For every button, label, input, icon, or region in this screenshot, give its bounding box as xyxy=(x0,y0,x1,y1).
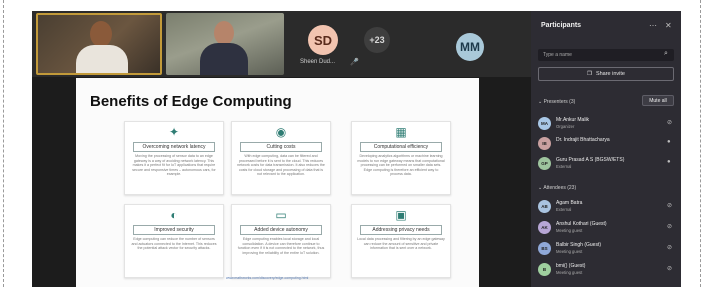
participant-avatar-mm[interactable]: MM xyxy=(456,33,484,61)
benefit-card: ◐ Improved security Edge computing can r… xyxy=(124,204,224,278)
benefit-description: Developing analytics algorithms or machi… xyxy=(357,154,445,177)
participant-name: Agam Batra xyxy=(556,200,583,206)
avatar: IB xyxy=(538,137,551,150)
mic-icon[interactable]: ● xyxy=(667,139,671,145)
benefit-card: ▭ Added device autonomy Edge computing e… xyxy=(231,204,331,278)
shared-slide: Benefits of Edge Computing ✦ Overcoming … xyxy=(76,78,479,287)
participant-role: Meeting guest xyxy=(556,270,583,275)
benefit-description: Moving the processing of sensor data to … xyxy=(132,154,216,177)
attendees-label: Attendees (23) xyxy=(543,185,577,191)
devices-icon: ▭ xyxy=(275,208,287,222)
search-icon[interactable]: ⌕ xyxy=(664,50,668,58)
benefit-description: Edge computing enables local storage and… xyxy=(237,237,325,255)
benefit-description: Local data processing and filtering by a… xyxy=(357,237,445,251)
mic-off-icon[interactable]: ⊘ xyxy=(667,119,672,126)
benefit-label: Improved security xyxy=(133,225,215,235)
participant-row[interactable]: IB Dr. Indrajit Bhattacharya ● xyxy=(538,135,678,155)
participant-video-body xyxy=(76,45,128,73)
participant-role: Meeting guest xyxy=(556,249,583,254)
benefit-label: Cutting costs xyxy=(240,142,322,152)
video-tile-presenter[interactable] xyxy=(36,13,162,75)
benefit-card: ✦ Overcoming network latency Moving the … xyxy=(124,121,224,195)
benefit-description: With edge computing, data can be filtere… xyxy=(237,154,325,177)
attendees-section-header[interactable]: ⌄ Attendees (23) xyxy=(538,185,576,191)
mic-off-icon[interactable]: ⊘ xyxy=(667,265,672,272)
avatar: AK xyxy=(538,221,551,234)
slide-source-link[interactable]: www.mathworks.com/discovery/edge-computi… xyxy=(226,276,308,280)
participant-name: bmi() (Guest) xyxy=(556,263,586,269)
participant-name: Anshul Kothari (Guest) xyxy=(556,221,607,227)
benefit-card: ▣ Addressing privacy needs Local data pr… xyxy=(351,204,451,278)
share-icon: ❐ xyxy=(587,71,592,77)
mic-icon[interactable]: ● xyxy=(667,159,671,165)
mic-off-icon[interactable]: ⊘ xyxy=(667,202,672,209)
participant-row[interactable]: AB Agam Batra External ⊘ xyxy=(538,198,678,218)
share-invite-button[interactable]: ❐ Share invite xyxy=(538,67,674,81)
chip-icon: ▦ xyxy=(395,125,407,139)
benefit-label: Addressing privacy needs xyxy=(360,225,442,235)
network-icon: ✦ xyxy=(168,125,180,139)
piggy-bank-icon: ◉ xyxy=(275,125,287,139)
video-strip: SD Sheen Dud... 🎤 +23 MM xyxy=(32,11,531,77)
benefit-card: ◉ Cutting costs With edge computing, dat… xyxy=(231,121,331,195)
mic-icon: 🎤 xyxy=(350,59,359,66)
benefit-label: Overcoming network latency xyxy=(133,142,215,152)
participant-row[interactable]: GP Guru Prasad A S (BGSW/ETS) External ● xyxy=(538,155,678,175)
avatar: AB xyxy=(538,200,551,213)
participant-role: External xyxy=(556,164,572,169)
participant-name: Sheen Dud... xyxy=(300,59,336,65)
chevron-down-icon: ⌄ xyxy=(538,99,543,105)
avatar: MA xyxy=(538,117,551,130)
participant-name: Guru Prasad A S (BGSW/ETS) xyxy=(556,157,625,163)
benefit-description: Edge computing can reduce the number of … xyxy=(131,237,217,251)
meeting-window: SD Sheen Dud... 🎤 +23 MM Benefits of Edg… xyxy=(32,11,681,287)
benefit-label: Computational efficiency xyxy=(360,142,442,152)
benefit-label: Added device autonomy xyxy=(240,225,322,235)
participant-video-head xyxy=(90,21,112,47)
benefit-card: ▦ Computational efficiency Developing an… xyxy=(351,121,451,195)
avatar: BS xyxy=(538,242,551,255)
right-dashed-border xyxy=(700,0,701,287)
mic-off-icon[interactable]: ⊘ xyxy=(667,223,672,230)
participant-name: Dr. Indrajit Bhattacharya xyxy=(556,137,610,143)
participant-role: Organizer xyxy=(556,124,575,129)
avatar: B xyxy=(538,263,551,276)
participant-role: External xyxy=(556,207,572,212)
chevron-down-icon: ⌄ xyxy=(538,185,543,191)
participant-row[interactable]: MA Mr.Ankur Malik Organizer ⊘ xyxy=(538,115,678,135)
participant-row[interactable]: BS Balbir Singh (Guest) Meeting guest ⊘ xyxy=(538,240,678,260)
participant-video-body xyxy=(200,43,248,75)
mute-all-button[interactable]: Mute all xyxy=(642,95,674,106)
search-input[interactable] xyxy=(538,49,674,61)
lock-icon: ▣ xyxy=(395,208,407,222)
participant-video-head xyxy=(214,21,234,45)
more-icon[interactable]: ⋯ xyxy=(649,21,657,30)
participant-role: Meeting guest xyxy=(556,228,583,233)
shield-icon: ◐ xyxy=(170,208,178,222)
participant-row[interactable]: AK Anshul Kothari (Guest) Meeting guest … xyxy=(538,219,678,239)
presenters-label: Presenters (3) xyxy=(543,99,576,105)
slide-title: Benefits of Edge Computing xyxy=(90,93,292,110)
participant-avatar-sd[interactable]: SD xyxy=(308,25,338,55)
close-icon[interactable]: ✕ xyxy=(665,21,672,30)
participant-row[interactable]: B bmi() (Guest) Meeting guest ⊘ xyxy=(538,261,678,281)
mic-off-icon[interactable]: ⊘ xyxy=(667,244,672,251)
participants-panel: Participants ⋯ ✕ ⌕ ❐ Share invite ⌄ Pres… xyxy=(531,11,681,287)
video-tile-participant[interactable] xyxy=(166,13,284,75)
participant-name: Mr.Ankur Malik xyxy=(556,117,590,123)
left-dashed-border xyxy=(3,0,4,287)
more-participants-button[interactable]: +23 xyxy=(364,27,390,53)
share-invite-label: Share invite xyxy=(595,71,625,77)
presenters-section-header[interactable]: ⌄ Presenters (3) xyxy=(538,99,575,105)
participant-name: Balbir Singh (Guest) xyxy=(556,242,602,248)
avatar: GP xyxy=(538,157,551,170)
panel-title: Participants xyxy=(541,22,582,29)
